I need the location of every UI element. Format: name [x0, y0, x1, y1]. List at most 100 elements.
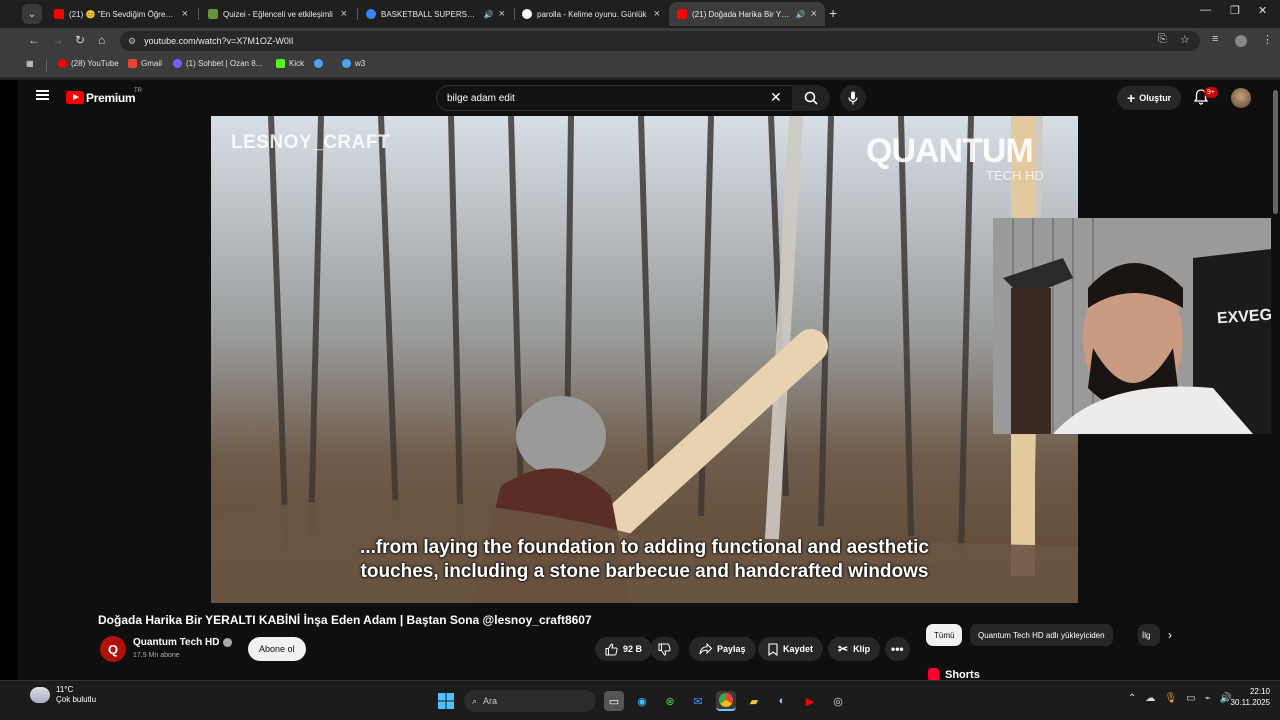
mail-icon[interactable]: ✉ [688, 691, 708, 711]
tab-title: parolla - Kelime oyunu. Günlük [537, 9, 647, 19]
close-tab-icon[interactable]: × [811, 8, 817, 20]
reload-button[interactable]: ↻ [75, 33, 85, 47]
chevron-right-icon[interactable]: › [1168, 628, 1172, 642]
bookmark-label: (1) Sohbet | Ozan 8... [186, 59, 263, 68]
media-controls-icon[interactable]: ≡ [1212, 33, 1218, 45]
back-button[interactable]: ← [28, 33, 40, 47]
apps-grid-icon[interactable]: ▦ [26, 59, 34, 68]
tab-4[interactable]: parolla - Kelime oyunu. Günlük × [514, 2, 668, 26]
microphone-icon[interactable]: 🎙 [1164, 693, 1177, 704]
brand-name[interactable]: Premium [86, 91, 136, 105]
subtitle-line-2: touches, including a stone barbecue and … [360, 561, 929, 582]
globe-icon [342, 59, 351, 68]
onedrive-icon[interactable]: ☁ [1145, 693, 1155, 704]
system-clock[interactable]: 22:10 30.11.2025 [1228, 686, 1270, 708]
chrome-icon[interactable] [716, 691, 736, 711]
subtitle-line-1: ...from laying the foundation to adding … [360, 537, 929, 558]
obs-icon[interactable]: ◎ [828, 691, 848, 711]
network-icon[interactable]: ⌁ [1205, 693, 1211, 704]
youtube-app-icon[interactable]: ▶ [800, 691, 820, 711]
voice-search-button[interactable] [840, 85, 866, 111]
bookmark-gmail[interactable]: Gmail [128, 59, 162, 68]
chevron-up-icon[interactable]: ⌃ [1128, 693, 1136, 704]
clip-button[interactable]: ✂ Klip [828, 637, 881, 661]
tab-2[interactable]: Quizei - Eğlenceli ve etkileşimli × [200, 2, 355, 26]
create-button[interactable]: + Oluştur [1117, 86, 1182, 110]
like-button[interactable]: 92 B [595, 637, 653, 661]
tab-search-button[interactable]: ⌄ [22, 4, 42, 24]
bookmark-youtube[interactable]: (28) YouTube [58, 59, 119, 68]
bookmark-star-icon[interactable]: ☆ [1180, 33, 1190, 46]
profile-avatar[interactable] [1235, 35, 1247, 47]
tab-3[interactable]: BASKETBALL SUPERSTARS 🔊 × [358, 2, 513, 26]
thumbs-up-icon [605, 642, 618, 655]
speaker-icon[interactable]: 🔊 [796, 10, 806, 19]
temperature: 11°C [56, 685, 74, 694]
file-explorer-icon[interactable]: ▰ [744, 691, 764, 711]
subscribe-button[interactable]: Abone ol [248, 637, 306, 661]
site-info-icon[interactable]: ⚙ [128, 36, 136, 47]
share-button[interactable]: Paylaş [689, 637, 756, 661]
globe-favicon-icon [366, 9, 376, 19]
home-button[interactable]: ⌂ [98, 33, 105, 47]
taskbar-search[interactable]: ⌕ Ara [464, 690, 596, 712]
video-frame-forest [211, 116, 1078, 603]
save-button[interactable]: Kaydet [758, 637, 824, 661]
address-bar[interactable]: ⚙ youtube.com/watch?v=X7M1OZ-W0lI [120, 31, 1200, 51]
bookmark-sohbet[interactable]: (1) Sohbet | Ozan 8... [173, 59, 262, 68]
more-horizontal-icon: ••• [891, 642, 904, 656]
dislike-button[interactable] [650, 637, 679, 661]
chip-all[interactable]: Tümü [926, 624, 963, 646]
close-tab-icon[interactable]: × [182, 8, 188, 20]
restore-button[interactable]: ❐ [1230, 4, 1240, 17]
xbox-icon[interactable]: ⊗ [660, 691, 680, 711]
new-tab-button[interactable]: + [829, 5, 837, 21]
share-label: Paylaş [717, 644, 746, 654]
chip-related[interactable]: İlg [1138, 624, 1160, 646]
like-count: 92 B [623, 644, 643, 654]
task-view-icon[interactable]: ▭ [604, 691, 624, 711]
windows-start-icon[interactable] [436, 691, 456, 711]
divider [46, 60, 47, 72]
display-icon[interactable]: ▭ [1186, 693, 1195, 704]
bookmark-label: Gmail [141, 59, 162, 68]
chip-from-uploader[interactable]: Quantum Tech HD adlı yükleyiciden [970, 624, 1113, 646]
page-scrollbar[interactable] [1271, 80, 1280, 680]
video-player[interactable]: LESNOY_CRAFT QUANTUM TECH HD ...from lay… [211, 116, 1078, 603]
watermark-right-sub: TECH HD [986, 168, 1044, 183]
minimize-button[interactable]: — [1200, 4, 1211, 16]
clip-label: Klip [853, 644, 871, 654]
menu-kebab-icon[interactable]: ⋮ [1262, 33, 1273, 46]
scissors-icon: ✂ [838, 642, 849, 656]
more-actions-button[interactable]: ••• [885, 637, 910, 661]
weather-widget[interactable]: 11°C Çok bulutlu [30, 685, 96, 705]
search-button[interactable] [792, 85, 830, 111]
clear-search-icon[interactable]: ✕ [770, 89, 782, 106]
youtube-logo-icon[interactable] [66, 91, 84, 104]
close-tab-icon[interactable]: × [654, 8, 660, 20]
bookmark-w3[interactable]: w3 [342, 59, 365, 68]
video-title: Doğada Harika Bir YERALTI KABİNİ İnşa Ed… [98, 613, 592, 627]
tab-title: Quizei - Eğlenceli ve etkileşimli [223, 9, 333, 19]
account-avatar[interactable] [1231, 88, 1251, 108]
masthead: Premium TR bilge adam edit ✕ + Oluştur 9… [18, 80, 1280, 116]
search-input[interactable]: bilge adam edit [436, 85, 794, 111]
bookmark-globe[interactable] [314, 59, 327, 68]
scrollbar-thumb[interactable] [1273, 90, 1278, 214]
channel-name[interactable]: Quantum Tech HD [133, 637, 233, 648]
channel-avatar[interactable]: Q [100, 636, 126, 662]
speaker-icon[interactable]: 🔊 [484, 10, 494, 19]
install-icon[interactable]: ⎘ [1158, 33, 1167, 46]
thumbs-down-icon [658, 643, 671, 656]
tab-strip: ⌄ (21) 😊 "En Sevdiğim Öğrenci!" × Quizei… [0, 0, 1280, 28]
steam-icon[interactable]: ◐ [772, 691, 792, 711]
close-tab-icon[interactable]: × [341, 8, 347, 20]
close-window-button[interactable]: ✕ [1258, 4, 1267, 17]
menu-hamburger-icon[interactable] [36, 90, 49, 100]
close-tab-icon[interactable]: × [499, 8, 505, 20]
forward-button[interactable]: → [52, 33, 64, 47]
bookmark-kick[interactable]: Kick [276, 59, 304, 68]
tab-5-active[interactable]: (21) Doğada Harika Bir YERALTI 🔊 × [669, 2, 825, 26]
tab-1[interactable]: (21) 😊 "En Sevdiğim Öğrenci!" × [46, 2, 196, 26]
edge-icon[interactable]: ◉ [632, 691, 652, 711]
